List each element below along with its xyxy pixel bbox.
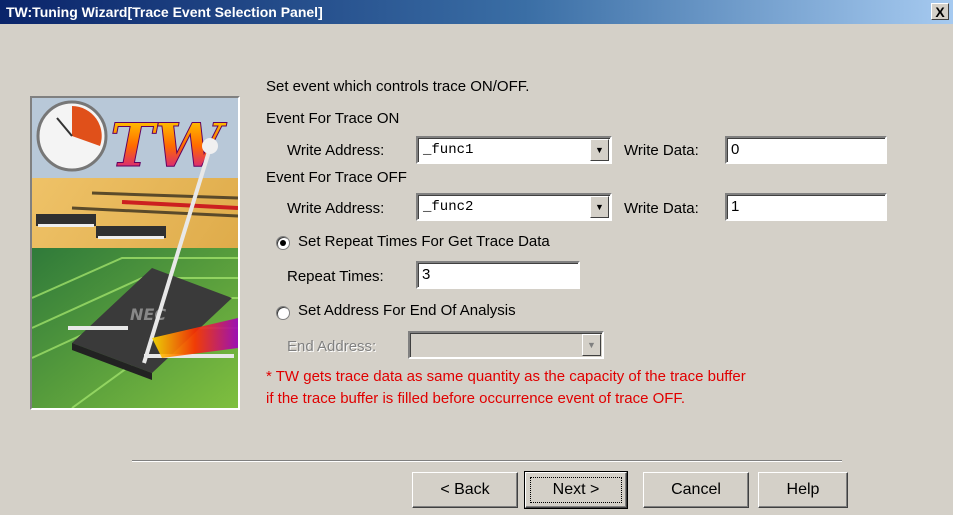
cancel-button[interactable]: Cancel [643, 472, 749, 508]
close-button[interactable]: X [931, 3, 949, 20]
focus-rectangle [530, 477, 622, 503]
radio-selected-dot [280, 240, 286, 246]
button-separator [132, 460, 842, 462]
back-button-label: < Back [440, 481, 490, 498]
trace-off-write-address-combo[interactable]: _func2 ▼ [416, 193, 612, 221]
end-address-radio[interactable] [276, 306, 290, 320]
next-button[interactable]: Next > [524, 471, 628, 509]
instruction-text: Set event which controls trace ON/OFF. [266, 78, 530, 95]
trace-off-write-address-label: Write Address: [287, 200, 385, 217]
chevron-down-icon[interactable]: ▼ [590, 139, 609, 161]
trace-note-line2: if the trace buffer is filled before occ… [266, 390, 686, 407]
trace-on-write-data-label: Write Data: [624, 142, 699, 159]
help-button[interactable]: Help [758, 472, 848, 508]
repeat-times-option-label[interactable]: Set Repeat Times For Get Trace Data [298, 233, 550, 250]
help-button-label: Help [786, 481, 820, 498]
end-address-option-label[interactable]: Set Address For End Of Analysis [298, 302, 516, 319]
wizard-illustration: TW NEC [30, 96, 240, 410]
chevron-down-icon[interactable]: ▼ [590, 196, 609, 218]
repeat-times-radio[interactable] [276, 236, 290, 250]
repeat-times-input[interactable]: 3 [416, 261, 580, 289]
repeat-times-label: Repeat Times: [287, 268, 384, 285]
wizard-illustration-graphic: TW NEC [32, 98, 238, 408]
trace-on-write-address-combo[interactable]: _func1 ▼ [416, 136, 612, 164]
window-title: TW:Tuning Wizard[Trace Event Selection P… [6, 4, 323, 20]
trace-off-write-data-label: Write Data: [624, 200, 699, 217]
trace-on-write-address-label: Write Address: [287, 142, 385, 159]
trace-note-line1: * TW gets trace data as same quantity as… [266, 368, 746, 385]
chevron-down-icon[interactable]: ▼ [582, 334, 601, 356]
trace-off-heading: Event For Trace OFF [266, 169, 407, 186]
end-address-label: End Address: [287, 338, 377, 355]
trace-on-write-data-input[interactable]: 0 [725, 136, 887, 164]
trace-on-heading: Event For Trace ON [266, 110, 400, 127]
end-address-combo[interactable]: ▼ [408, 331, 604, 359]
window-titlebar: TW:Tuning Wizard[Trace Event Selection P… [0, 0, 953, 24]
cancel-button-label: Cancel [671, 481, 721, 498]
trace-off-write-address-value: _func2 [423, 199, 474, 215]
close-icon: X [935, 4, 945, 20]
back-button[interactable]: < Back [412, 472, 518, 508]
trace-off-write-data-input[interactable]: 1 [725, 193, 887, 221]
trace-on-write-address-value: _func1 [423, 142, 474, 158]
